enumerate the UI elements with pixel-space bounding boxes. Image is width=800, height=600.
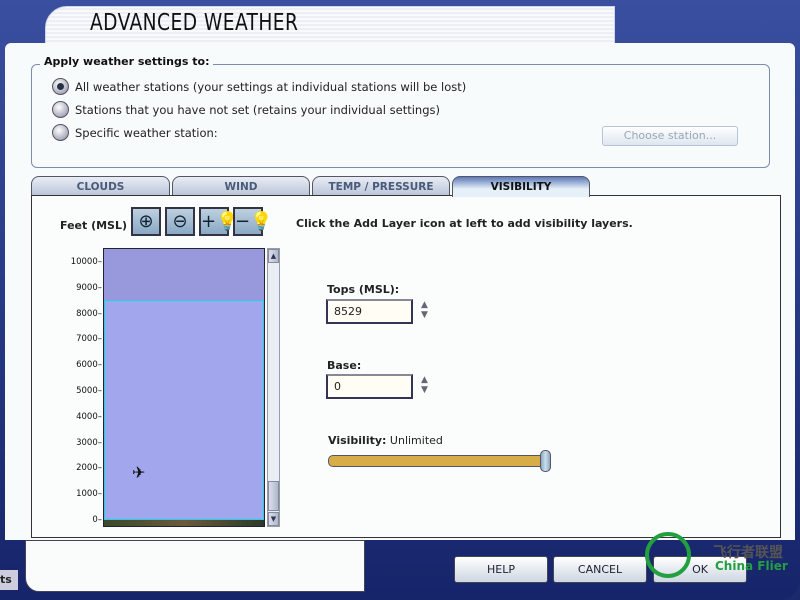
help-button[interactable]: HELP xyxy=(454,556,548,583)
visibility-value: Unlimited xyxy=(389,434,443,447)
altitude-tick: 7000– xyxy=(76,334,102,345)
watermark-en: China Flier xyxy=(715,559,788,573)
altitude-tick: 10000– xyxy=(70,257,102,267)
graph-scrollbar[interactable]: ▲ ▼ xyxy=(267,248,280,527)
visibility-slider[interactable] xyxy=(328,455,546,467)
altitude-tick: 4000– xyxy=(76,411,102,422)
visibility-readout: Visibility: Unlimited xyxy=(328,434,443,447)
altitude-graph[interactable]: ✈ xyxy=(103,248,265,527)
base-input[interactable]: 0 xyxy=(326,374,413,399)
radio-selected-icon xyxy=(52,78,69,95)
tab-temp-pressure[interactable]: TEMP / PRESSURE xyxy=(312,176,450,196)
radio-label: Specific weather station: xyxy=(75,125,218,140)
base-label: Base: xyxy=(327,359,362,372)
tab-visibility[interactable]: VISIBILITY xyxy=(452,176,590,197)
tops-input[interactable]: 8529 xyxy=(326,299,413,324)
altitude-tick: 5000– xyxy=(76,386,102,396)
base-spinner[interactable]: ▲ ▼ xyxy=(416,375,433,397)
scroll-thumb[interactable] xyxy=(268,481,279,511)
scroll-down-button[interactable]: ▼ xyxy=(268,512,279,526)
tops-spinner[interactable]: ▲ ▼ xyxy=(416,300,433,322)
hint-text: Click the Add Layer icon at left to add … xyxy=(296,217,633,230)
radio-label: Stations that you have not set (retains … xyxy=(75,102,440,117)
window-title: ADVANCED WEATHER xyxy=(90,10,299,36)
status-area xyxy=(25,540,365,592)
altitude-tick: 1000– xyxy=(76,489,102,500)
visibility-label: Visibility: xyxy=(328,434,387,447)
altitude-tick: 9000– xyxy=(76,282,102,293)
altitude-tick: 3000– xyxy=(76,437,102,448)
visibility-slider-thumb[interactable] xyxy=(540,450,551,472)
choose-station-button[interactable]: Choose station... xyxy=(602,126,738,146)
zoom-in-icon[interactable]: ⊕ xyxy=(131,207,161,236)
radio-all-stations[interactable]: All weather stations (your settings at i… xyxy=(52,78,466,95)
radio-label: All weather stations (your settings at i… xyxy=(75,79,467,94)
side-text: ts xyxy=(0,570,18,590)
apply-settings-legend: Apply weather settings to: xyxy=(40,55,214,68)
remove-layer-icon[interactable]: −💡 xyxy=(233,207,273,236)
altitude-tick: 0– xyxy=(92,515,102,525)
radio-specific-station[interactable]: Specific weather station: xyxy=(52,124,218,141)
altitude-tick: 8000– xyxy=(76,308,102,319)
scroll-up-button[interactable]: ▲ xyxy=(268,249,279,263)
tops-label: Tops (MSL): xyxy=(327,283,400,296)
add-layer-icon[interactable]: +💡 xyxy=(199,207,239,236)
axis-label: Feet (MSL) xyxy=(60,219,128,232)
visibility-layer[interactable] xyxy=(104,299,264,520)
altitude-tick: 6000– xyxy=(76,360,102,371)
radio-unset-stations[interactable]: Stations that you have not set (retains … xyxy=(52,101,440,118)
watermark-logo: 飞行者联盟 China Flier xyxy=(645,530,800,590)
radio-icon xyxy=(52,124,69,141)
altitude-tick: 2000– xyxy=(76,463,102,474)
cancel-button[interactable]: CANCEL xyxy=(553,556,647,583)
zoom-out-icon[interactable]: ⊖ xyxy=(165,207,195,236)
airplane-icon: ✈ xyxy=(132,463,146,482)
ground-strip xyxy=(104,520,264,526)
tab-wind[interactable]: WIND xyxy=(172,176,310,196)
watermark-circle-icon xyxy=(645,532,691,578)
radio-icon xyxy=(52,101,69,118)
tab-clouds[interactable]: CLOUDS xyxy=(31,176,170,196)
